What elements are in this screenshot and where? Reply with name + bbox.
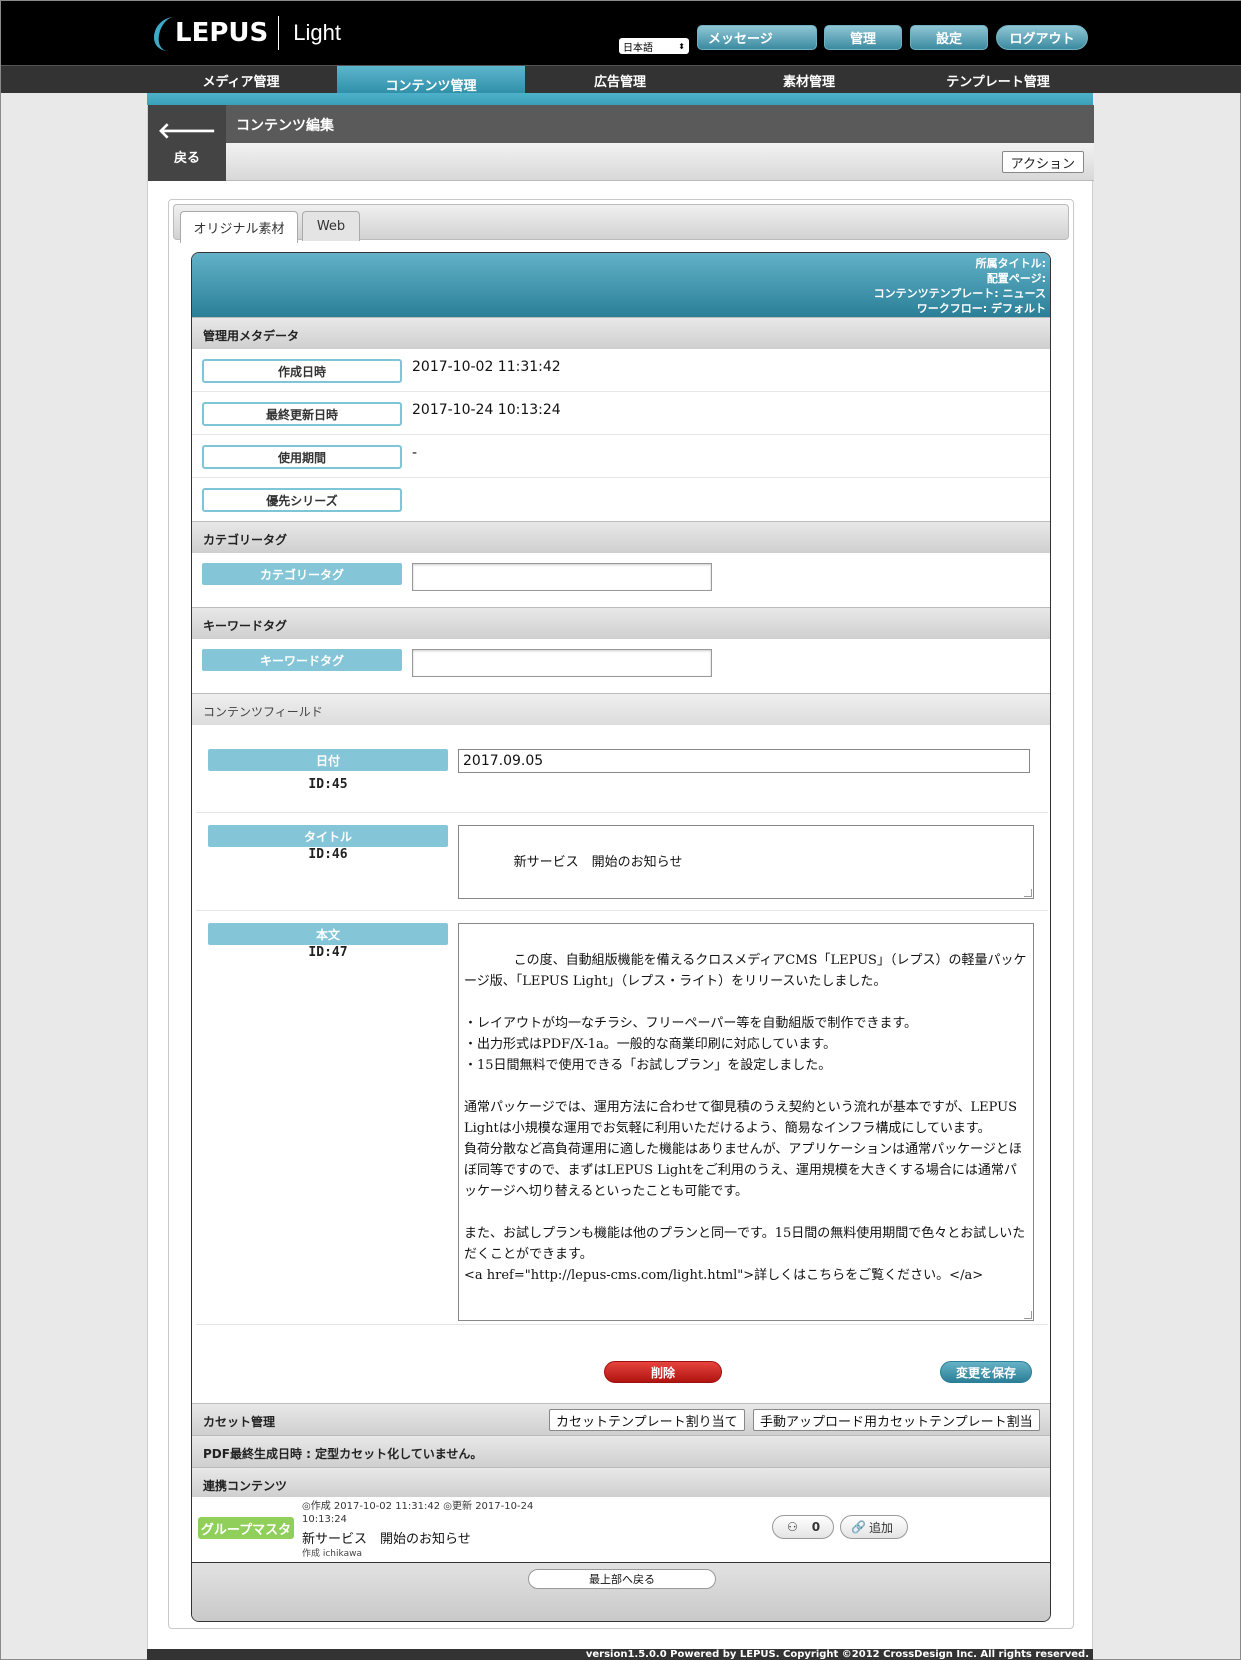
nav-ads[interactable]: 広告管理 (525, 66, 715, 94)
body-textarea[interactable]: この度、自動組版機能を備えるクロスメディアCMS「LEPUS」（レプス）の軽量パ… (458, 923, 1034, 1321)
language-select[interactable]: 日本語 ⬍ (619, 38, 689, 54)
keyword-row: キーワードタグ (192, 639, 1050, 693)
manual-upload-cassette-assign-button[interactable]: 手動アップロード用カセットテンプレート割当 (753, 1409, 1040, 1431)
tab-original-material[interactable]: オリジナル素材 (180, 211, 298, 243)
section-keyword: キーワードタグ (192, 607, 1050, 639)
group-master-badge: グループマスタ (198, 1517, 294, 1539)
section-meta: 管理用メタデータ (192, 317, 1050, 349)
hierarchy-icon: ⚇ (787, 1520, 798, 1534)
logo: LEPUS Light (151, 13, 341, 53)
title-textarea[interactable]: 新サービス 開始のお知らせ (458, 825, 1034, 899)
owning-title: 所属タイトル: (975, 257, 1046, 270)
form-header-info: 所属タイトル: 配置ページ: コンテンツテンプレート: ニュース ワークフロー:… (192, 253, 1050, 317)
field-label: タイトル (208, 825, 448, 847)
meta-row-period: 使用期間 - (192, 435, 1050, 478)
add-link-button[interactable]: 🔗 追加 (840, 1515, 908, 1539)
field-body: 本文 ID:47 この度、自動組版機能を備えるクロスメディアCMS「LEPUS」… (196, 911, 1048, 1325)
nav-materials[interactable]: 素材管理 (715, 66, 903, 94)
title-text: 新サービス 開始のお知らせ (513, 855, 683, 870)
settings-button[interactable]: 設定 (910, 25, 988, 50)
linked-count-button[interactable]: ⚇ 0 (772, 1515, 834, 1539)
tab-bar: オリジナル素材 Web (173, 204, 1069, 243)
meta-value: 2017-10-24 10:13:24 (412, 402, 561, 418)
logo-divider (278, 16, 280, 50)
logo-text: LEPUS (175, 18, 269, 48)
nav-media[interactable]: メディア管理 (147, 66, 335, 94)
linked-count: 0 (811, 1520, 821, 1534)
copyright: version1.5.0.0 Powered by LEPUS. Copyrig… (147, 1649, 1093, 1660)
product-name: Light (293, 20, 341, 45)
content-box: オリジナル素材 Web 所属タイトル: 配置ページ: コンテンツテンプレート: … (168, 199, 1074, 1629)
field-title: タイトル ID:46 新サービス 開始のお知らせ (196, 813, 1048, 911)
field-id: ID:45 (308, 777, 348, 792)
form-footer: 最上部へ戻る (192, 1563, 1050, 1621)
resize-handle[interactable] (1024, 1311, 1032, 1319)
section-cassette: カセット管理 カセットテンプレート割り当て 手動アップロード用カセットテンプレー… (192, 1403, 1050, 1435)
action-bar: アクション (226, 143, 1094, 181)
resize-handle[interactable] (1024, 889, 1032, 897)
action-button[interactable]: アクション (1001, 151, 1084, 173)
tab-web[interactable]: Web (302, 211, 360, 241)
category-tag-input[interactable] (412, 563, 712, 591)
workflow: ワークフロー: デフォルト (916, 302, 1046, 315)
field-label: 日付 (208, 749, 448, 771)
app-window: LEPUS Light 日本語 ⬍ メッセージ 管理 設定 ログアウト メディア… (0, 0, 1241, 1660)
category-tag-label: カテゴリータグ (202, 563, 402, 585)
meta-label: 使用期間 (202, 445, 402, 469)
meta-value: - (412, 445, 418, 461)
cassette-template-assign-button[interactable]: カセットテンプレート割り当て (549, 1409, 745, 1431)
meta-row-updated: 最終更新日時 2017-10-24 10:13:24 (192, 392, 1050, 435)
nav-templates[interactable]: テンプレート管理 (903, 66, 1093, 94)
back-label: 戻る (173, 150, 200, 166)
related-timestamps: ◎作成 2017-10-02 11:31:42 ◎更新 2017-10-24 1… (302, 1501, 534, 1525)
logout-button[interactable]: ログアウト (996, 25, 1088, 50)
content-form: 所属タイトル: 配置ページ: コンテンツテンプレート: ニュース ワークフロー:… (191, 252, 1051, 1622)
meta-row-created: 作成日時 2017-10-02 11:31:42 (192, 349, 1050, 392)
body-text: この度、自動組版機能を備えるクロスメディアCMS「LEPUS」（レプス）の軽量パ… (464, 953, 1027, 1283)
keyword-tag-input[interactable] (412, 649, 712, 677)
placement-page: 配置ページ: (986, 272, 1046, 285)
meta-label: 優先シリーズ (202, 488, 402, 512)
section-related: 連携コンテンツ (192, 1467, 1050, 1497)
language-value: 日本語 (623, 42, 653, 54)
field-id: ID:47 (308, 945, 348, 960)
page-title: コンテンツ編集 (226, 105, 1094, 143)
back-button[interactable]: 🡐 戻る (148, 105, 226, 181)
add-label: 追加 (868, 1520, 893, 1535)
meta-label: 作成日時 (202, 359, 402, 383)
related-content-row: グループマスタ ◎作成 2017-10-02 11:31:42 ◎更新 2017… (192, 1497, 1050, 1563)
meta-row-series: 優先シリーズ (192, 478, 1050, 521)
related-author: 作成 ichikawa (302, 1549, 362, 1559)
chevron-down-icon: ⬍ (678, 41, 685, 51)
main-panel: 🡐 戻る コンテンツ編集 アクション オリジナル素材 Web 所属タイトル: 配… (147, 105, 1094, 1651)
admin-button[interactable]: 管理 (824, 25, 902, 50)
field-id: ID:46 (308, 847, 348, 862)
section-content-fields: コンテンツフィールド (192, 693, 1050, 725)
cassette-label: カセット管理 (203, 1415, 276, 1429)
content-template: コンテンツテンプレート: ニュース (873, 287, 1046, 300)
delete-button[interactable]: 削除 (604, 1361, 722, 1383)
keyword-tag-label: キーワードタグ (202, 649, 402, 671)
link-add-icon: 🔗 (851, 1520, 866, 1534)
nav-contents[interactable]: コンテンツ管理 (337, 66, 525, 94)
category-row: カテゴリータグ (192, 553, 1050, 607)
save-changes-button[interactable]: 変更を保存 (940, 1361, 1032, 1383)
arrow-left-icon: 🡐 (157, 118, 217, 144)
field-label: 本文 (208, 923, 448, 945)
meta-value: 2017-10-02 11:31:42 (412, 359, 561, 375)
main-nav: メディア管理 コンテンツ管理 広告管理 素材管理 テンプレート管理 (1, 65, 1241, 94)
messages-button[interactable]: メッセージ (697, 25, 817, 50)
meta-label: 最終更新日時 (202, 402, 402, 426)
date-input[interactable]: 2017.09.05 (458, 749, 1030, 773)
pdf-status: PDF最終生成日時 : 定型カセット化していません。 (192, 1435, 1050, 1467)
related-title[interactable]: 新サービス 開始のお知らせ (302, 1528, 471, 1547)
section-category: カテゴリータグ (192, 521, 1050, 553)
field-date: 日付 ID:45 2017.09.05 (196, 725, 1048, 813)
back-to-top-button[interactable]: 最上部へ戻る (528, 1569, 716, 1589)
logo-mark-icon (151, 15, 173, 51)
header: LEPUS Light 日本語 ⬍ メッセージ 管理 設定 ログアウト (1, 1, 1241, 65)
nav-accent-strip (147, 93, 1093, 105)
